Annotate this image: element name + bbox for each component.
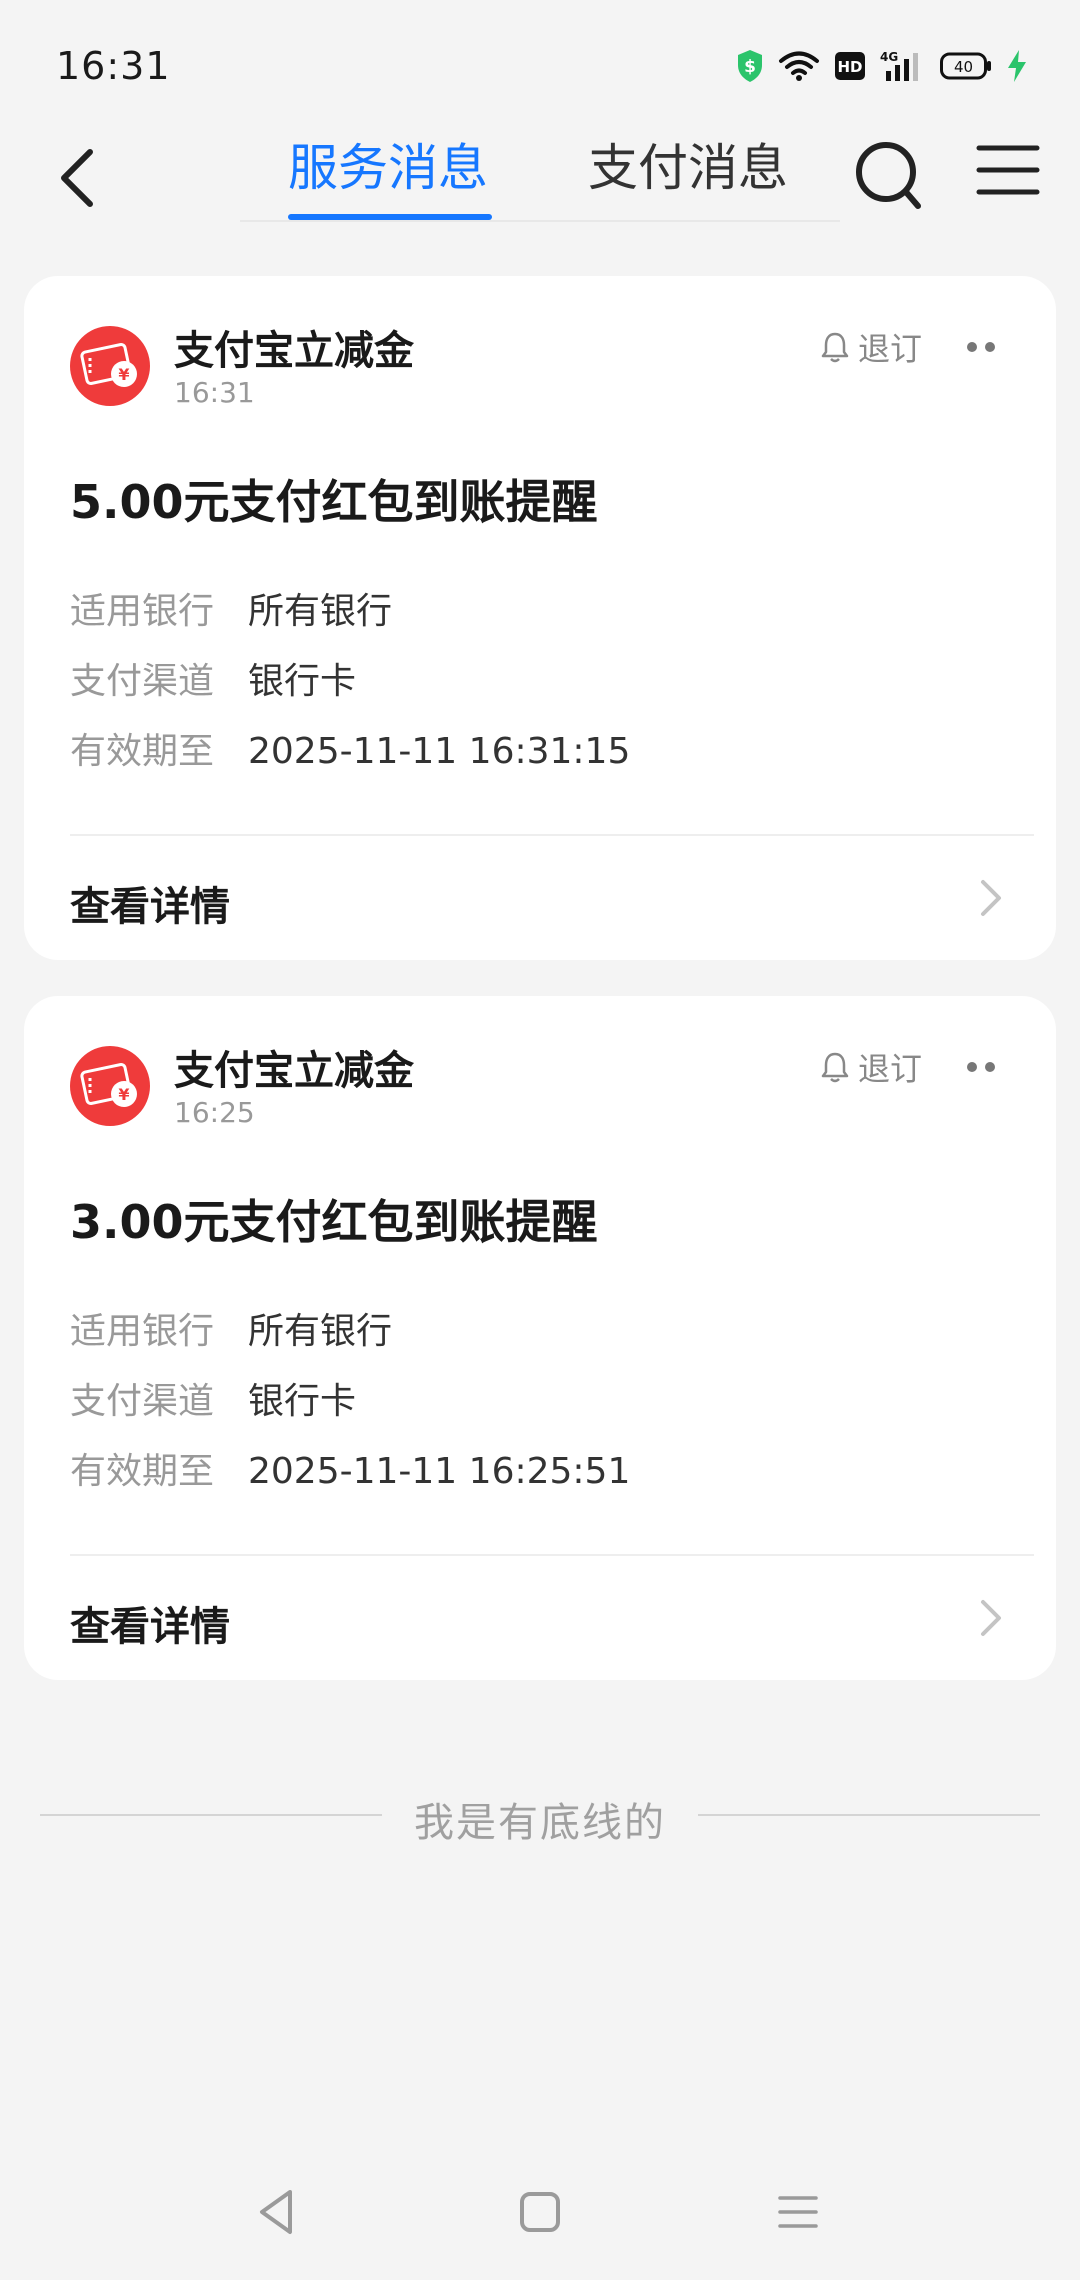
- charging-icon: [1006, 49, 1028, 83]
- sender-name: 支付宝立减金: [174, 328, 414, 374]
- tab-bar: 服务消息 支付消息: [240, 120, 840, 230]
- field-label: 支付渠道: [70, 1381, 215, 1422]
- menu-icon: [976, 145, 1040, 195]
- tab-payment-messages[interactable]: 支付消息: [588, 128, 788, 200]
- battery-icon: 40: [940, 52, 992, 80]
- field-row: 有效期至 2025-11-11 16:31:15: [70, 722, 630, 774]
- svg-text:$: $: [744, 57, 756, 77]
- chevron-right-icon: [981, 1600, 1001, 1636]
- more-options-button[interactable]: [962, 1052, 1002, 1082]
- bell-icon: [821, 1052, 849, 1083]
- field-value: 所有银行: [248, 1311, 393, 1352]
- unsubscribe-button[interactable]: 退订: [820, 322, 922, 372]
- field-label: 适用银行: [70, 1311, 215, 1352]
- search-button[interactable]: [852, 134, 926, 214]
- home-square-icon: [520, 2192, 560, 2232]
- message-time: 16:31: [174, 376, 255, 409]
- message-card: ¥ 支付宝立减金 16:25 退订 3.00元支付红包到账提醒 适用银行 所有银行…: [24, 996, 1056, 1680]
- system-home-button[interactable]: [512, 2184, 568, 2240]
- status-time: 16:31: [56, 44, 171, 88]
- message-title: 3.00元支付红包到账提醒: [70, 1195, 598, 1249]
- sender-avatar: ¥: [70, 1046, 150, 1126]
- field-label: 有效期至: [70, 1451, 215, 1492]
- active-tab-indicator: [288, 214, 492, 220]
- status-bar: 16:31 $ HD 4G 40: [0, 0, 1080, 130]
- field-row: 支付渠道 银行卡: [70, 1372, 356, 1424]
- field-row: 适用银行 所有银行: [70, 1302, 392, 1354]
- field-value: 所有银行: [248, 591, 393, 632]
- tab-service-messages[interactable]: 服务消息: [288, 128, 488, 200]
- system-back-button[interactable]: [250, 2184, 306, 2240]
- chevron-right-icon: [981, 880, 1001, 916]
- header: 服务消息 支付消息: [0, 120, 1080, 230]
- signal-4g-icon: 4G: [880, 49, 926, 83]
- back-triangle-icon: [260, 2190, 292, 2234]
- status-icons: $ HD 4G 40: [736, 46, 1028, 86]
- field-label: 适用银行: [70, 591, 215, 632]
- battery-level: 40: [954, 58, 973, 76]
- field-value: 银行卡: [248, 1381, 357, 1422]
- end-of-list-divider: 我是有底线的: [40, 1790, 1040, 1846]
- view-details-row[interactable]: 查看详情: [24, 1556, 1056, 1680]
- field-row: 支付渠道 银行卡: [70, 652, 356, 704]
- unsubscribe-button[interactable]: 退订: [820, 1042, 922, 1092]
- red-packet-coupon-icon: ¥: [70, 1046, 150, 1126]
- sender-avatar: ¥: [70, 326, 150, 406]
- bell-icon: [821, 332, 849, 363]
- search-icon: [856, 142, 921, 209]
- field-value: 2025-11-11 16:31:15: [248, 731, 631, 772]
- message-card: ¥ 支付宝立减金 16:31 退订 5.00元支付红包到账提醒 适用银行 所有银行…: [24, 276, 1056, 960]
- tab-baseline: [240, 220, 840, 222]
- field-label: 有效期至: [70, 731, 215, 772]
- back-button[interactable]: [50, 138, 110, 218]
- message-title: 5.00元支付红包到账提醒: [70, 475, 598, 529]
- more-options-button[interactable]: [962, 332, 1002, 362]
- chevron-left-icon: [61, 149, 93, 207]
- field-label: 支付渠道: [70, 661, 215, 702]
- wifi-icon: [778, 50, 820, 82]
- network-label: 4G: [880, 50, 898, 64]
- sender-name: 支付宝立减金: [174, 1048, 414, 1094]
- view-details-label: 查看详情: [70, 1604, 230, 1650]
- unsubscribe-label: 退订: [858, 1050, 923, 1088]
- recents-lines-icon: [778, 2196, 818, 2228]
- svg-text:¥: ¥: [118, 1085, 129, 1104]
- system-recents-button[interactable]: [770, 2184, 826, 2240]
- field-row: 适用银行 所有银行: [70, 582, 392, 634]
- svg-text:HD: HD: [837, 58, 862, 76]
- svg-text:¥: ¥: [118, 365, 129, 384]
- message-time: 16:25: [174, 1096, 255, 1129]
- view-details-row[interactable]: 查看详情: [24, 836, 1056, 960]
- system-navigation-bar: [0, 2170, 1080, 2250]
- end-of-list-text: 我是有底线的: [414, 1800, 666, 1846]
- shield-dollar-icon: $: [736, 49, 764, 83]
- more-dots-icon: [967, 1062, 995, 1072]
- field-value: 2025-11-11 16:25:51: [248, 1451, 631, 1492]
- more-dots-icon: [967, 342, 995, 352]
- field-row: 有效期至 2025-11-11 16:25:51: [70, 1442, 630, 1494]
- menu-button[interactable]: [976, 140, 1040, 200]
- view-details-label: 查看详情: [70, 884, 230, 930]
- hd-icon: HD: [834, 51, 866, 81]
- field-value: 银行卡: [248, 661, 357, 702]
- unsubscribe-label: 退订: [858, 330, 923, 368]
- red-packet-coupon-icon: ¥: [70, 326, 150, 406]
